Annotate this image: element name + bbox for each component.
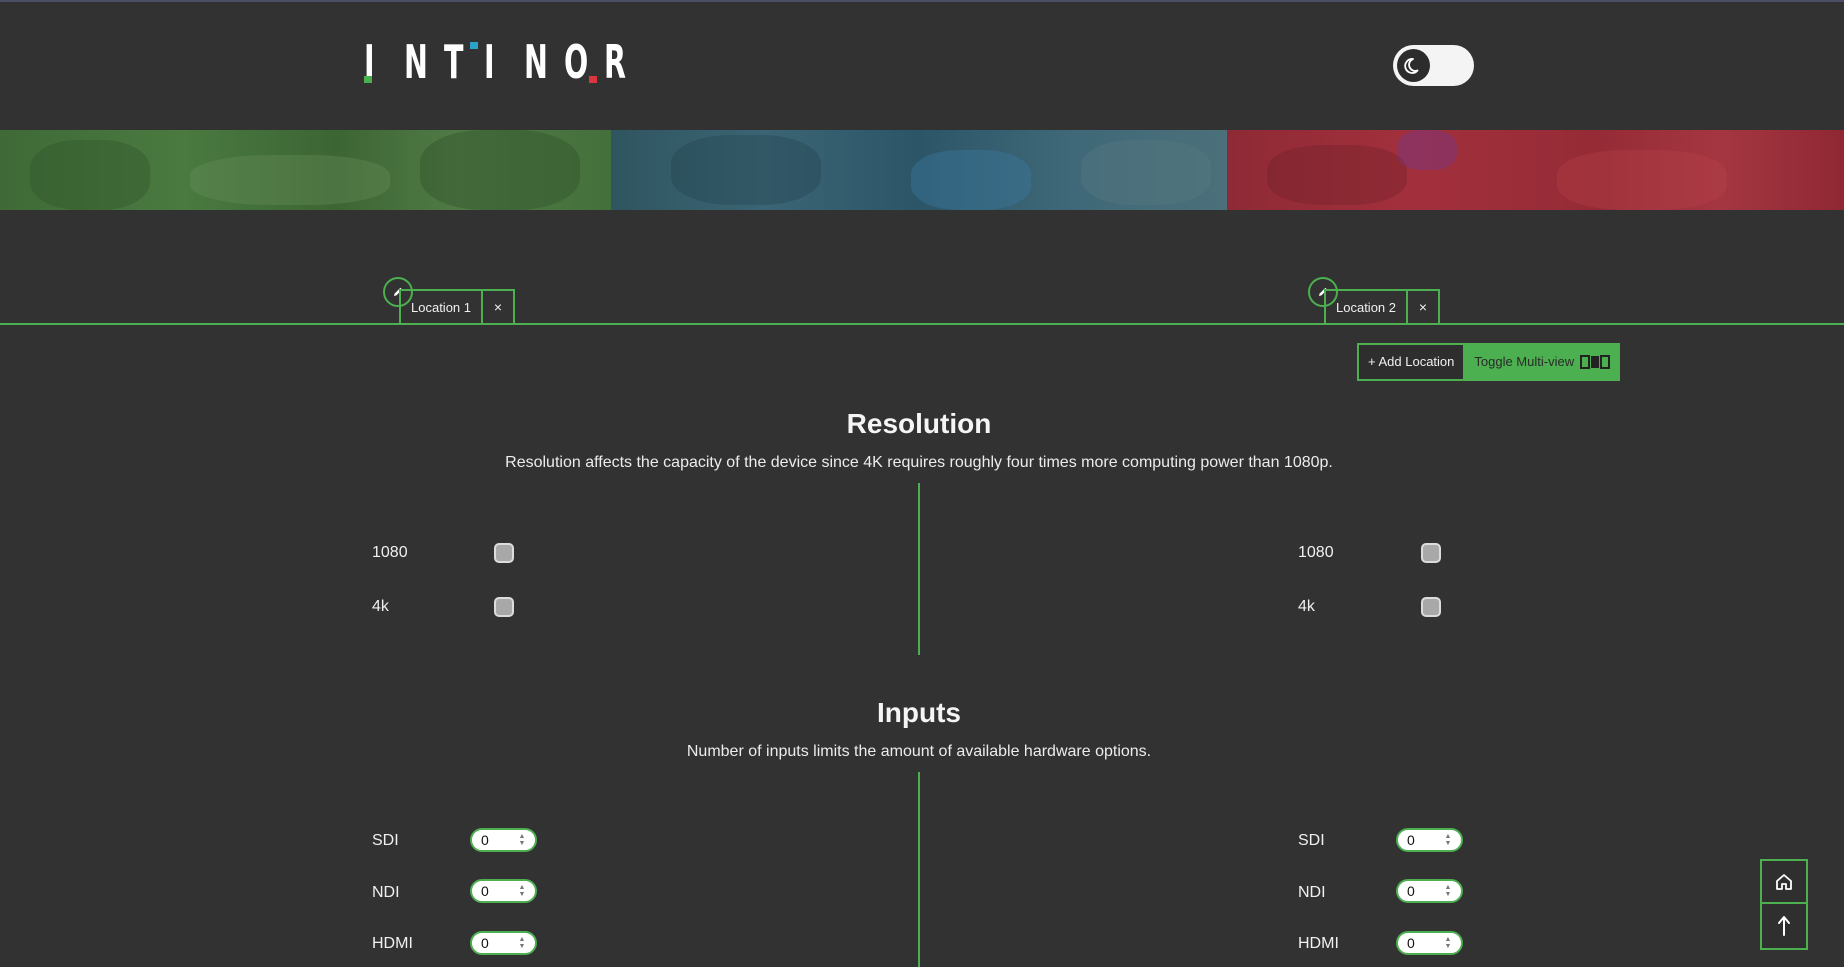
banner-image-blue [611, 130, 1227, 210]
spinner-icon[interactable]: ▲ ▼ [1441, 884, 1455, 898]
input-label-sdi: SDI [1298, 832, 1325, 849]
hero-banner [0, 130, 1844, 210]
ndi-count-input-location-2[interactable]: 0 ▲ ▼ [1396, 879, 1463, 903]
banner-image-red [1227, 130, 1844, 210]
input-label-hdmi: HDMI [372, 935, 413, 952]
spinner-icon[interactable]: ▲ ▼ [515, 936, 529, 950]
logo-letter: N [404, 35, 428, 89]
tab-location-2[interactable]: Location 2 × [1324, 289, 1440, 323]
spinner-icon[interactable]: ▲ ▼ [515, 884, 529, 898]
floating-nav [1760, 859, 1808, 950]
location-actions: + Add Location Toggle Multi-view [1357, 343, 1621, 381]
toggle-multiview-label: Toggle Multi-view [1474, 354, 1575, 369]
input-label-sdi: SDI [372, 832, 399, 849]
input-label-ndi: NDI [372, 884, 400, 901]
home-icon [1776, 873, 1792, 890]
input-label-hdmi: HDMI [1298, 935, 1339, 952]
resolution-divider [918, 483, 920, 655]
logo-letter: O [564, 35, 589, 89]
resolution-4k-checkbox-location-1[interactable] [494, 597, 514, 617]
add-location-button[interactable]: + Add Location [1357, 343, 1466, 381]
inputs-title: Inputs [877, 697, 961, 728]
top-border [0, 0, 1844, 2]
logo-letter: T [444, 35, 464, 89]
sdi-count-input-location-1[interactable]: 0 ▲ ▼ [470, 828, 537, 852]
moon-icon [1403, 57, 1418, 74]
tab-location-1[interactable]: Location 1 × [399, 289, 515, 323]
scroll-to-top-button[interactable] [1760, 904, 1808, 950]
input-value: 0 [1407, 935, 1415, 951]
intinor-logo[interactable]: I N T I N O R [364, 35, 644, 89]
hdmi-count-input-location-2[interactable]: 0 ▲ ▼ [1396, 931, 1463, 955]
banner-image-green [0, 130, 611, 210]
hdmi-count-input-location-1[interactable]: 0 ▲ ▼ [470, 931, 537, 955]
logo-letter: I [484, 35, 495, 89]
input-label-ndi: NDI [1298, 884, 1326, 901]
spinner-icon[interactable]: ▲ ▼ [1441, 936, 1455, 950]
input-value: 0 [1407, 832, 1415, 848]
spinner-icon[interactable]: ▲ ▼ [1441, 833, 1455, 847]
input-value: 0 [481, 935, 489, 951]
resolution-1080-checkbox-location-1[interactable] [494, 543, 514, 563]
ndi-count-input-location-1[interactable]: 0 ▲ ▼ [470, 879, 537, 903]
tab-underline [0, 323, 1844, 325]
logo-letter: R [604, 35, 626, 89]
theme-toggle[interactable] [1393, 45, 1474, 86]
sdi-count-input-location-2[interactable]: 0 ▲ ▼ [1396, 828, 1463, 852]
toggle-knob [1397, 49, 1430, 82]
logo-accent-red [589, 76, 597, 83]
inputs-divider [918, 772, 920, 967]
resolution-label-4k: 4k [1298, 598, 1315, 615]
close-tab-button[interactable]: × [483, 289, 515, 323]
logo-letter: N [524, 35, 548, 89]
resolution-label-1080: 1080 [1298, 544, 1334, 561]
input-value: 0 [1407, 883, 1415, 899]
resolution-label-4k: 4k [372, 598, 389, 615]
inputs-description: Number of inputs limits the amount of av… [686, 743, 1152, 760]
toggle-multiview-button[interactable]: Toggle Multi-view [1465, 343, 1621, 381]
resolution-description: Resolution affects the capacity of the d… [505, 454, 1333, 471]
resolution-title: Resolution [846, 408, 992, 439]
home-button[interactable] [1760, 859, 1808, 904]
logo-accent-blue [470, 42, 478, 49]
arrow-up-icon [1778, 916, 1790, 936]
resolution-label-1080: 1080 [372, 544, 408, 561]
close-tab-button[interactable]: × [1408, 289, 1440, 323]
resolution-4k-checkbox-location-2[interactable] [1421, 597, 1441, 617]
spinner-icon[interactable]: ▲ ▼ [515, 833, 529, 847]
logo-accent-green [364, 76, 372, 83]
tab-label[interactable]: Location 2 [1324, 289, 1408, 323]
resolution-1080-checkbox-location-2[interactable] [1421, 543, 1441, 563]
input-value: 0 [481, 832, 489, 848]
input-value: 0 [481, 883, 489, 899]
columns-icon [1580, 355, 1611, 369]
tab-label[interactable]: Location 1 [399, 289, 483, 323]
